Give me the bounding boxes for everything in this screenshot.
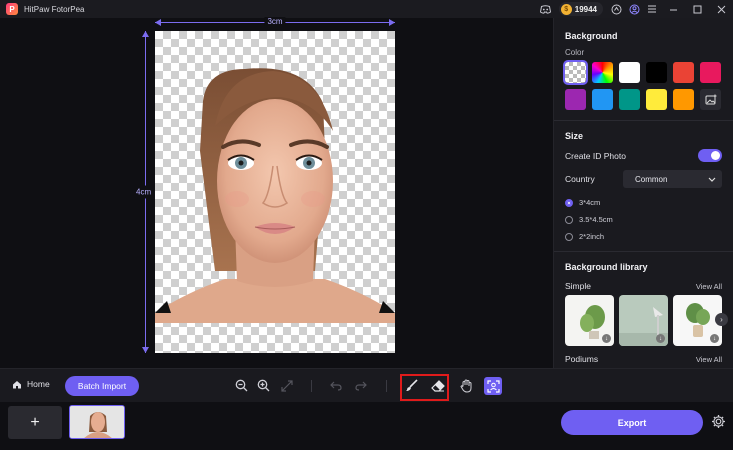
zoom-in-icon[interactable] (256, 378, 271, 393)
portrait-thumbnail-image (70, 406, 124, 438)
country-value: Common (635, 174, 668, 184)
podiums-view-all-link[interactable]: View All (696, 355, 722, 364)
width-label: 3cm (264, 17, 286, 26)
title-bar-controls: $ 19944 (537, 0, 733, 18)
canvas-area[interactable]: 3cm 4cm (0, 17, 553, 368)
swatch-teal[interactable] (619, 89, 640, 110)
size-option-3x4[interactable]: 3*4cm (565, 194, 722, 211)
download-icon: ↓ (710, 334, 719, 343)
fit-screen-icon[interactable] (279, 378, 294, 393)
size-option-label: 2*2inch (579, 232, 605, 241)
brush-icon[interactable] (404, 378, 419, 393)
background-thumb-lamp-green[interactable]: ↓ (619, 295, 668, 346)
size-title: Size (565, 131, 584, 141)
country-select[interactable]: Common (623, 170, 722, 188)
bottom-strip: + Export (0, 402, 733, 450)
swatch-yellow[interactable] (646, 89, 667, 110)
home-label: Home (27, 379, 50, 389)
app-title: HitPaw FotorPea (24, 4, 85, 14)
separator (386, 380, 387, 392)
export-button[interactable]: Export (561, 410, 703, 435)
batch-import-button[interactable]: Batch Import (65, 376, 139, 396)
swatch-red[interactable] (673, 62, 694, 83)
size-option-label: 3.5*4.5cm (579, 215, 613, 224)
add-image-button[interactable]: + (8, 406, 62, 439)
swatch-rainbow[interactable] (592, 62, 613, 83)
bottom-toolbar: Home Batch Import (0, 368, 733, 402)
arrow-up-icon (142, 31, 149, 37)
upgrade-icon[interactable] (607, 0, 625, 18)
color-swatches (563, 60, 722, 110)
color-label: Color (565, 48, 585, 57)
account-icon[interactable] (625, 0, 643, 18)
size-option-label: 3*4cm (579, 198, 601, 207)
credits-count: 19944 (574, 4, 597, 14)
divider (554, 251, 733, 252)
swatch-blue[interactable] (592, 89, 613, 110)
height-dimension: 4cm (136, 31, 152, 353)
background-title: Background (565, 31, 618, 41)
settings-panel: Background Color Size Create ID Photo Co… (553, 18, 733, 368)
divider (554, 120, 733, 121)
swatch-white[interactable] (619, 62, 640, 83)
chevron-right-icon[interactable]: › (715, 313, 728, 326)
download-icon: ↓ (656, 334, 665, 343)
coin-icon: $ (560, 3, 572, 15)
image-thumbnail[interactable] (69, 405, 125, 439)
chevron-down-icon (708, 177, 716, 182)
app-logo-icon: P (6, 3, 18, 15)
download-icon: ↓ (602, 334, 611, 343)
discord-icon[interactable] (537, 0, 555, 18)
home-button[interactable]: Home (12, 379, 50, 389)
arrow-right-icon (389, 19, 395, 26)
size-options: 3*4cm 3.5*4.5cm 2*2inch (565, 194, 722, 245)
minimize-icon[interactable] (661, 0, 685, 18)
zoom-out-icon[interactable] (234, 378, 249, 393)
maximize-icon[interactable] (685, 0, 709, 18)
gear-icon[interactable] (711, 414, 726, 431)
image-plus-icon (705, 94, 716, 104)
simple-backgrounds: ↓ ↓ ↓ › (565, 295, 728, 346)
eraser-icon[interactable] (430, 378, 445, 393)
height-label: 4cm (136, 185, 152, 199)
swatch-black[interactable] (646, 62, 667, 83)
menu-icon[interactable] (643, 0, 661, 18)
swatch-orange[interactable] (673, 89, 694, 110)
swatch-purple[interactable] (565, 89, 586, 110)
radio-selected-icon (565, 198, 573, 207)
radio-icon (565, 232, 573, 241)
arrow-down-icon (142, 347, 149, 353)
size-option-3-5x4-5[interactable]: 3.5*4.5cm (565, 211, 722, 228)
size-option-2x2[interactable]: 2*2inch (565, 228, 722, 245)
hand-icon[interactable] (459, 378, 474, 393)
portrait-image (155, 68, 395, 323)
title-bar: P HitPaw FotorPea $ 19944 (0, 0, 733, 18)
redo-icon[interactable] (353, 378, 368, 393)
background-thumb-plant-white[interactable]: ↓ (565, 295, 614, 346)
simple-label: Simple (565, 281, 591, 291)
separator (311, 380, 312, 392)
undo-icon[interactable] (328, 378, 343, 393)
custom-image-button[interactable] (700, 89, 721, 110)
width-dimension: 3cm (155, 17, 395, 26)
swatch-pink[interactable] (700, 62, 721, 83)
swatch-transparent[interactable] (563, 60, 588, 85)
portrait-select-icon[interactable] (484, 377, 502, 395)
create-id-photo-label: Create ID Photo (565, 150, 626, 161)
create-id-photo-toggle[interactable] (698, 149, 722, 162)
close-icon[interactable] (709, 0, 733, 18)
home-icon (13, 380, 21, 388)
id-photo-preview[interactable] (155, 31, 395, 353)
podiums-label: Podiums (565, 354, 599, 364)
radio-icon (565, 215, 573, 224)
background-library-title: Background library (565, 262, 648, 272)
simple-view-all-link[interactable]: View All (696, 282, 722, 291)
country-label: Country (565, 174, 595, 184)
credits-badge[interactable]: $ 19944 (558, 2, 603, 16)
arrow-left-icon (155, 19, 161, 26)
